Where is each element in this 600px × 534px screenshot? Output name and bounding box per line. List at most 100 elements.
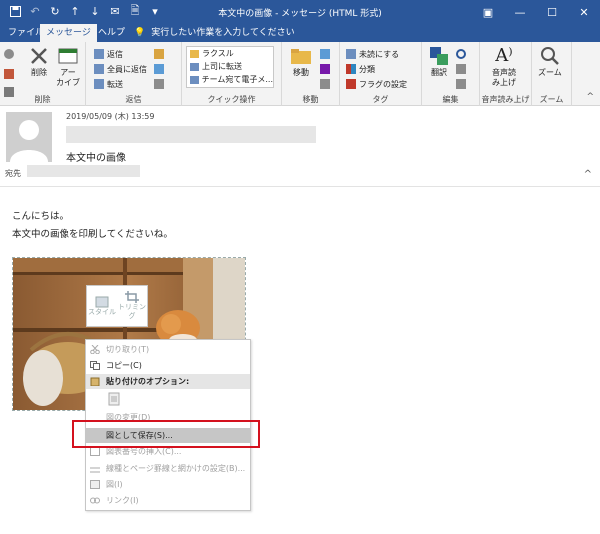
meeting-button[interactable] <box>154 48 167 60</box>
reply-all-button[interactable]: 全員に返信 <box>94 63 147 75</box>
maximize-icon[interactable]: ☐ <box>536 0 568 24</box>
mark-unread-button[interactable]: 未読にする <box>346 48 399 60</box>
reply-all-icon <box>94 64 104 74</box>
sender-redacted <box>66 126 316 143</box>
actions-button[interactable] <box>320 78 333 90</box>
window-controls: ▣ — ☐ ✕ <box>472 0 600 24</box>
highlight-box <box>72 420 260 448</box>
categorize-icon <box>346 64 356 74</box>
onenote-button[interactable] <box>320 63 333 75</box>
tell-me-box[interactable]: 💡 実行したい作業を入力してください <box>134 24 295 42</box>
more-respond-button[interactable] <box>154 78 167 90</box>
collapse-ribbon-icon[interactable]: ^ <box>586 92 594 102</box>
menu-item-paste-options: 貼り付けのオプション: <box>86 374 250 389</box>
ignore-icon <box>4 49 14 59</box>
folder-icon <box>190 49 199 58</box>
tab-message[interactable]: メッセージ <box>40 24 97 42</box>
menu-item-cut[interactable]: 切り取り(T) <box>86 342 250 357</box>
style-icon <box>95 296 109 307</box>
tab-help[interactable]: ヘルプ <box>92 24 131 42</box>
move-folder-icon <box>290 46 312 66</box>
caption-icon <box>90 447 100 456</box>
borders-icon <box>90 467 100 473</box>
message-subject: 本文中の画像 <box>66 153 126 164</box>
group-move: 移動 移動 <box>282 42 340 106</box>
picture-mini-toolbar: スタイル トリミング <box>86 285 148 327</box>
close-icon[interactable]: ✕ <box>568 0 600 24</box>
more-icon <box>154 79 164 89</box>
crop-button[interactable]: トリミング <box>117 286 147 326</box>
paste-picture-icon <box>108 392 120 406</box>
quick-steps-gallery: ラクスル 上司に転送 チーム宛て電子メ... <box>186 46 274 88</box>
group-zoom: ズーム ズーム <box>532 42 572 106</box>
menu-item-link[interactable]: リンク(I) <box>86 493 250 508</box>
quick-step-item[interactable]: ラクスル <box>187 47 273 60</box>
paste-icon <box>90 377 100 386</box>
minimize-icon[interactable]: — <box>504 0 536 24</box>
menu-item-picture[interactable]: 図(I) <box>86 477 250 492</box>
find-icon <box>456 49 466 59</box>
link-icon <box>90 497 100 504</box>
read-aloud-icon: A⁾ <box>495 45 513 66</box>
categorize-button[interactable]: 分類 <box>346 63 375 75</box>
sent-date: 2019/05/09 (木) 13:59 <box>66 112 155 121</box>
cursor-icon <box>456 79 466 89</box>
quick-step-item[interactable]: 上司に転送 <box>187 60 273 73</box>
find-button[interactable] <box>456 48 469 60</box>
scissors-icon <box>90 345 100 354</box>
forward-icon <box>94 79 104 89</box>
group-speech: A⁾ 音声読 み上げ 音声読み上げ <box>480 42 532 106</box>
translate-icon <box>428 46 450 66</box>
quick-step-item[interactable]: チーム宛て電子メ... <box>187 73 273 86</box>
copy-icon <box>90 361 100 370</box>
reply-button[interactable]: 返信 <box>94 48 123 60</box>
forward-button[interactable]: 転送 <box>94 78 123 90</box>
read-aloud-button[interactable]: A⁾ 音声読 み上げ <box>492 46 516 88</box>
message-header: 2019/05/09 (木) 13:59 本文中の画像 宛先 ^ <box>0 107 600 187</box>
ribbon-tabs: ファイル メッセージ ヘルプ 💡 実行したい作業を入力してください <box>0 24 600 42</box>
meeting-icon <box>154 49 164 59</box>
ribbon-display-options-icon[interactable]: ▣ <box>472 0 504 24</box>
crop-icon <box>125 291 139 303</box>
cleanup-button[interactable] <box>4 68 17 80</box>
related-icon <box>456 64 466 74</box>
group-reply: 返信 全員に返信 転送 返信 <box>86 42 182 106</box>
recipient-redacted <box>27 165 140 177</box>
menu-item-copy[interactable]: コピー(C) <box>86 358 250 373</box>
flag-icon <box>346 79 356 89</box>
actions-icon <box>320 79 330 89</box>
body-line-1: こんにちは。 <box>12 211 70 222</box>
ribbon: 削除 アー カイブ 削除 返信 全員に返信 転送 返信 クイック操作 ラクスル … <box>0 42 600 106</box>
forward-icon <box>190 62 199 71</box>
ignore-button[interactable] <box>4 48 17 60</box>
reply-icon <box>94 49 104 59</box>
group-edit: 翻訳 編集 <box>422 42 480 106</box>
avatar <box>6 112 52 162</box>
follow-up-button[interactable]: フラグの設定 <box>346 78 407 90</box>
group-delete: 削除 アー カイブ 削除 <box>0 42 86 106</box>
to-label: 宛先 <box>5 169 21 178</box>
zoom-button[interactable]: ズーム <box>538 46 562 78</box>
style-button[interactable]: スタイル <box>87 286 117 326</box>
archive-icon <box>57 46 79 66</box>
mail-icon <box>190 75 199 84</box>
group-tags: 未読にする 分類 フラグの設定 タグ <box>340 42 422 106</box>
rules-button[interactable] <box>320 48 333 60</box>
move-button[interactable]: 移動 <box>290 46 312 78</box>
im-button[interactable] <box>154 63 167 75</box>
menu-item-borders-shading[interactable]: 線種とページ罫線と網かけの設定(B)... <box>86 461 250 476</box>
select-button[interactable] <box>456 78 469 90</box>
rules-icon <box>320 49 330 59</box>
im-icon <box>154 64 164 74</box>
lightbulb-icon: 💡 <box>134 28 146 38</box>
menu-item-paste-picture[interactable] <box>86 390 250 410</box>
delete-button[interactable]: 削除 <box>28 46 50 78</box>
related-button[interactable] <box>456 63 469 75</box>
tell-me-text: 実行したい作業を入力してください <box>151 28 295 38</box>
collapse-header-icon[interactable]: ^ <box>584 169 592 180</box>
archive-button[interactable]: アー カイブ <box>56 46 80 88</box>
unread-icon <box>346 49 356 59</box>
onenote-icon <box>320 64 330 74</box>
translate-button[interactable]: 翻訳 <box>428 46 450 78</box>
cleanup-icon <box>4 69 14 79</box>
